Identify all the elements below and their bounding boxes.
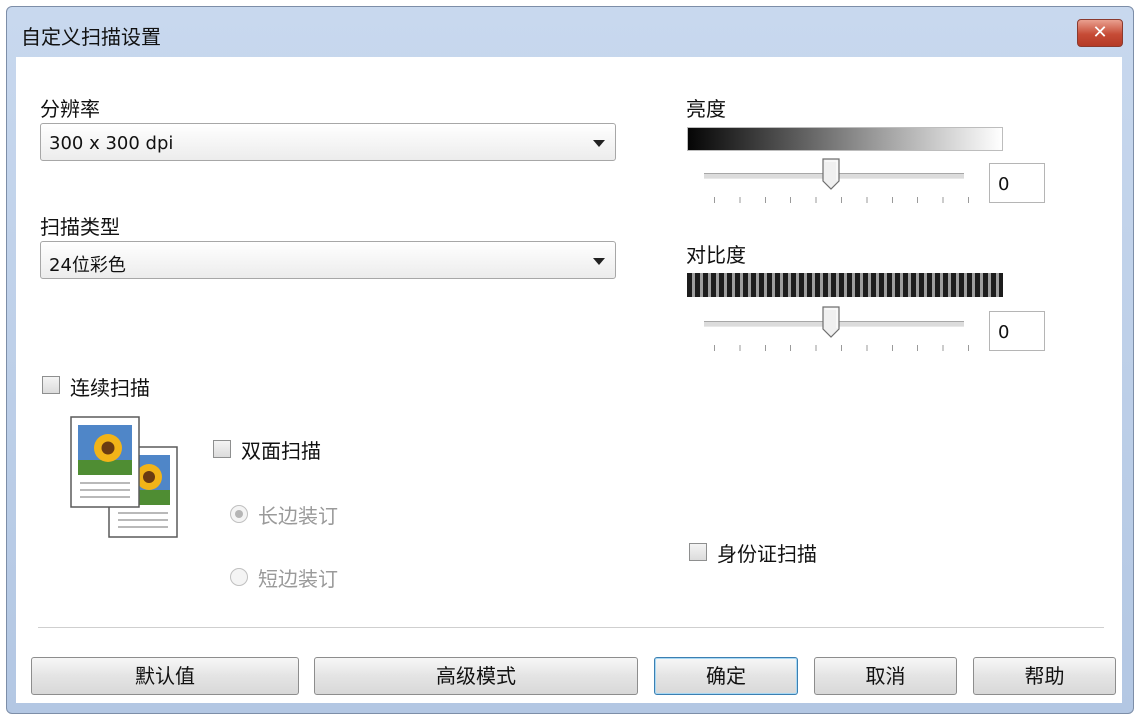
brightness-tick-marks xyxy=(714,197,970,203)
duplex-scan-label[interactable]: 双面扫描 xyxy=(241,435,321,464)
id-card-scan-checkbox[interactable] xyxy=(689,543,707,561)
short-edge-binding-radio[interactable] xyxy=(230,568,248,586)
brightness-gradient-bar xyxy=(687,127,1003,151)
dialog-window: 自定义扫描设置 ✕ 分辨率 300 x 300 dpi 扫描类型 24位彩色 亮… xyxy=(6,6,1134,714)
separator-line xyxy=(38,627,1104,629)
brightness-slider-thumb[interactable] xyxy=(821,157,841,191)
two-pages-sunflower-icon xyxy=(70,416,178,538)
title-bar: 自定义扫描设置 ✕ xyxy=(7,7,1133,57)
contrast-slider-thumb[interactable] xyxy=(821,305,841,339)
contrast-value-field[interactable]: 0 xyxy=(989,311,1045,351)
long-edge-binding-label[interactable]: 长边装订 xyxy=(258,500,338,529)
continuous-scan-label[interactable]: 连续扫描 xyxy=(70,372,150,401)
advanced-mode-button[interactable]: 高级模式 xyxy=(314,657,638,695)
dialog-title: 自定义扫描设置 xyxy=(21,25,161,49)
contrast-tick-marks xyxy=(714,345,970,351)
short-edge-binding-label[interactable]: 短边装订 xyxy=(258,563,338,592)
chevron-down-icon xyxy=(593,258,605,265)
continuous-scan-checkbox[interactable] xyxy=(42,376,60,394)
contrast-value: 0 xyxy=(998,322,1010,343)
id-card-scan-label[interactable]: 身份证扫描 xyxy=(717,538,817,567)
scan-type-select[interactable]: 24位彩色 xyxy=(40,241,616,279)
contrast-pattern-bar xyxy=(687,273,1003,297)
ok-button[interactable]: 确定 xyxy=(654,657,798,695)
brightness-label: 亮度 xyxy=(686,97,726,121)
brightness-value-field[interactable]: 0 xyxy=(989,163,1045,203)
resolution-label: 分辨率 xyxy=(40,97,100,121)
brightness-value: 0 xyxy=(998,174,1010,195)
long-edge-binding-radio[interactable] xyxy=(230,505,248,523)
contrast-label: 对比度 xyxy=(686,243,746,267)
scan-type-label: 扫描类型 xyxy=(40,215,120,239)
help-button[interactable]: 帮助 xyxy=(973,657,1116,695)
chevron-down-icon xyxy=(593,140,605,147)
duplex-scan-checkbox[interactable] xyxy=(213,440,231,458)
dialog-body: 分辨率 300 x 300 dpi 扫描类型 24位彩色 亮度 0 对比度 0 … xyxy=(16,57,1122,703)
scan-type-value: 24位彩色 xyxy=(49,255,126,276)
close-button[interactable]: ✕ xyxy=(1077,19,1123,47)
cancel-button[interactable]: 取消 xyxy=(814,657,957,695)
default-values-button[interactable]: 默认值 xyxy=(31,657,299,695)
resolution-value: 300 x 300 dpi xyxy=(49,133,174,154)
resolution-select[interactable]: 300 x 300 dpi xyxy=(40,123,616,161)
